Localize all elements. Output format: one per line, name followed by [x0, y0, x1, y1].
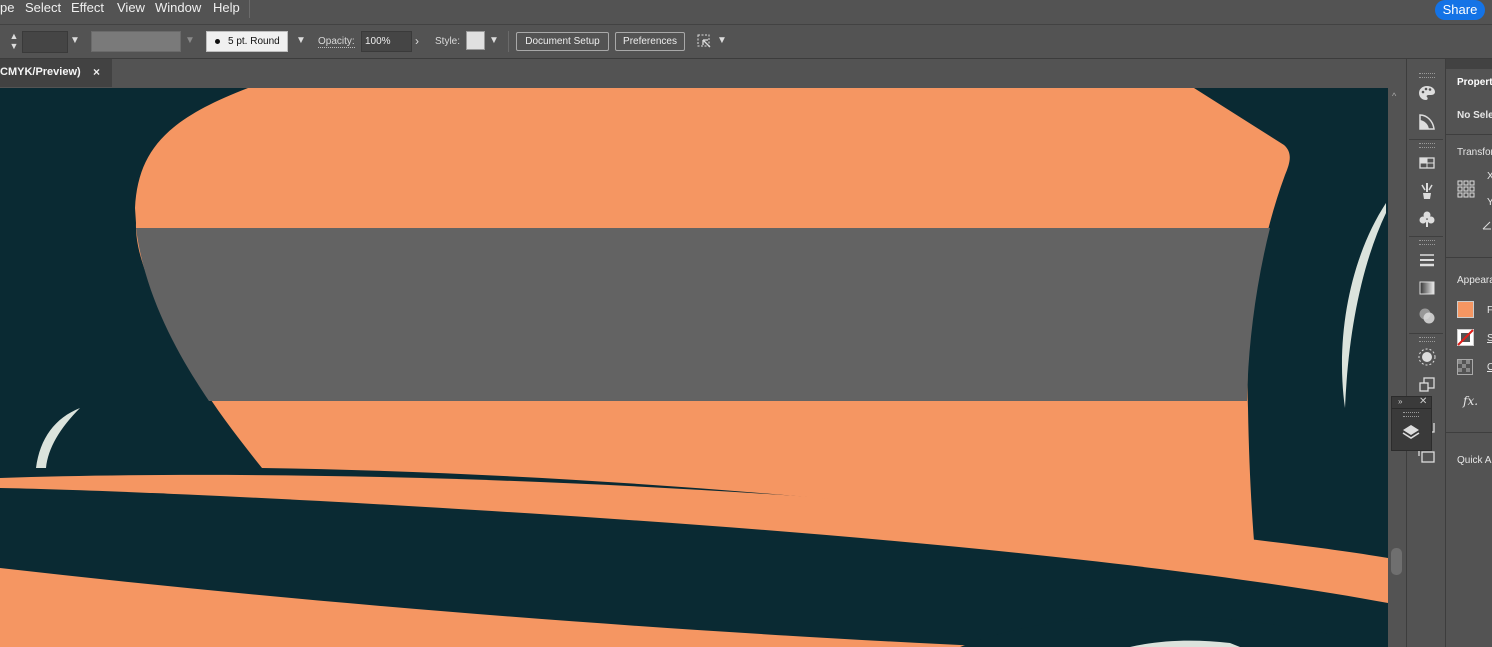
menu-view[interactable]: View: [117, 0, 145, 18]
style-label: Style:: [435, 36, 461, 47]
expand-panel-icon[interactable]: »: [1398, 397, 1402, 406]
document-tab-title: CMYK/Preview): [0, 66, 81, 78]
menu-select[interactable]: Select: [25, 0, 61, 18]
panel-tab-bar: Propert: [1446, 59, 1492, 95]
stroke-icon[interactable]: [1417, 250, 1437, 270]
graphic-styles-icon[interactable]: [1417, 375, 1437, 395]
panel-divider: [1446, 257, 1492, 258]
angle-icon: [1482, 221, 1491, 230]
strip-divider: [1409, 139, 1443, 140]
style-swatch[interactable]: [466, 31, 485, 50]
brush-dropdown-icon[interactable]: ▼: [296, 35, 306, 46]
y-label: Y: [1487, 197, 1492, 208]
fill-swatch[interactable]: [1457, 301, 1474, 318]
x-label: X: [1487, 171, 1492, 182]
properties-tab-label: Propert: [1457, 77, 1492, 88]
style-dropdown-icon[interactable]: ▼: [489, 35, 499, 46]
float-divider: [1392, 408, 1431, 409]
artwork-crescent-right[interactable]: [1341, 203, 1386, 408]
no-selection-label: No Selec: [1457, 110, 1492, 121]
opacity-panel-label[interactable]: O: [1487, 362, 1492, 373]
brushes-icon[interactable]: [1417, 181, 1437, 201]
document-setup-button[interactable]: Document Setup: [516, 32, 609, 51]
panel-divider: [1446, 432, 1492, 433]
opacity-expand-icon[interactable]: ›: [415, 34, 419, 48]
opacity-checker-icon[interactable]: [1457, 359, 1473, 375]
scroll-up-icon[interactable]: ^: [1392, 91, 1396, 101]
menu-window[interactable]: Window: [155, 0, 201, 18]
arrange-documents-icon[interactable]: [695, 32, 713, 50]
appearance-icon[interactable]: [1417, 347, 1437, 367]
quick-actions-label: Quick A: [1457, 455, 1492, 466]
strip-grip[interactable]: [1419, 143, 1435, 148]
brush-dot-icon: [215, 38, 220, 44]
artwork[interactable]: [0, 88, 1388, 647]
brush-definition[interactable]: 5 pt. Round: [206, 31, 288, 52]
swatches-icon[interactable]: [1417, 153, 1437, 173]
paint-icon[interactable]: [1417, 112, 1437, 132]
artboard-canvas[interactable]: [0, 88, 1388, 647]
control-bar: ▲ ▼ ▼ ▼ 5 pt. Round ▼ Opacity: 100% › Sty…: [0, 25, 1492, 59]
menu-type[interactable]: pe: [0, 0, 14, 18]
transform-label: Transfor: [1457, 147, 1492, 158]
strip-grip[interactable]: [1419, 240, 1435, 245]
panel-icon-strip: [1406, 59, 1446, 647]
stroke-label[interactable]: S: [1487, 333, 1492, 344]
stroke-weight-stepper[interactable]: ▲ ▼: [6, 31, 22, 53]
variable-width-profile[interactable]: [91, 31, 181, 52]
properties-tab[interactable]: Propert: [1446, 69, 1492, 95]
menu-effect[interactable]: Effect: [71, 0, 104, 18]
brush-label: 5 pt. Round: [228, 36, 280, 47]
fill-label[interactable]: F: [1487, 305, 1492, 316]
artwork-gray-band[interactable]: [136, 228, 1270, 401]
strip-grip[interactable]: [1419, 73, 1435, 78]
vertical-scrollbar[interactable]: ^: [1388, 88, 1405, 647]
menu-divider: [249, 0, 250, 18]
opacity-input[interactable]: 100%: [361, 31, 412, 52]
profile-dropdown-icon[interactable]: ▼: [185, 35, 195, 46]
strip-divider: [1409, 236, 1443, 237]
share-button[interactable]: Share: [1435, 0, 1485, 20]
gradient-icon[interactable]: [1417, 278, 1437, 298]
menu-bar: pe Select Effect View Window Help Share: [0, 0, 1492, 25]
menu-help[interactable]: Help: [213, 0, 240, 18]
scrollbar-thumb[interactable]: [1391, 548, 1402, 575]
preferences-button[interactable]: Preferences: [615, 32, 685, 51]
close-icon[interactable]: ×: [93, 65, 100, 79]
strip-divider: [1409, 333, 1443, 334]
fx-icon[interactable]: fx.: [1463, 394, 1478, 408]
arrange-dropdown-icon[interactable]: ▼: [717, 35, 727, 46]
properties-panel: Propert No Selec Transfor X Y Appeara F …: [1446, 59, 1492, 647]
document-tab[interactable]: CMYK/Preview) ×: [0, 59, 112, 87]
palette-icon[interactable]: [1417, 83, 1437, 103]
float-grip[interactable]: [1403, 412, 1419, 417]
transparency-icon[interactable]: [1417, 306, 1437, 326]
layers-icon[interactable]: [1401, 422, 1421, 442]
close-panel-icon[interactable]: ✕: [1419, 396, 1427, 407]
floating-layers-panel[interactable]: » ✕: [1391, 396, 1432, 451]
strip-grip[interactable]: [1419, 337, 1435, 342]
reference-point-icon[interactable]: [1457, 180, 1475, 198]
stroke-weight-field[interactable]: [22, 31, 68, 53]
appearance-label: Appeara: [1457, 275, 1492, 286]
artwork-crescent-left[interactable]: [36, 408, 80, 468]
document-tab-bar: CMYK/Preview) ×: [0, 59, 1405, 87]
stroke-weight-dropdown-icon[interactable]: ▼: [70, 35, 80, 46]
opacity-label[interactable]: Opacity:: [318, 36, 355, 48]
panel-divider: [1446, 134, 1492, 135]
stroke-none-swatch[interactable]: [1457, 329, 1474, 346]
control-divider: [508, 31, 509, 52]
symbols-icon[interactable]: [1417, 209, 1437, 229]
